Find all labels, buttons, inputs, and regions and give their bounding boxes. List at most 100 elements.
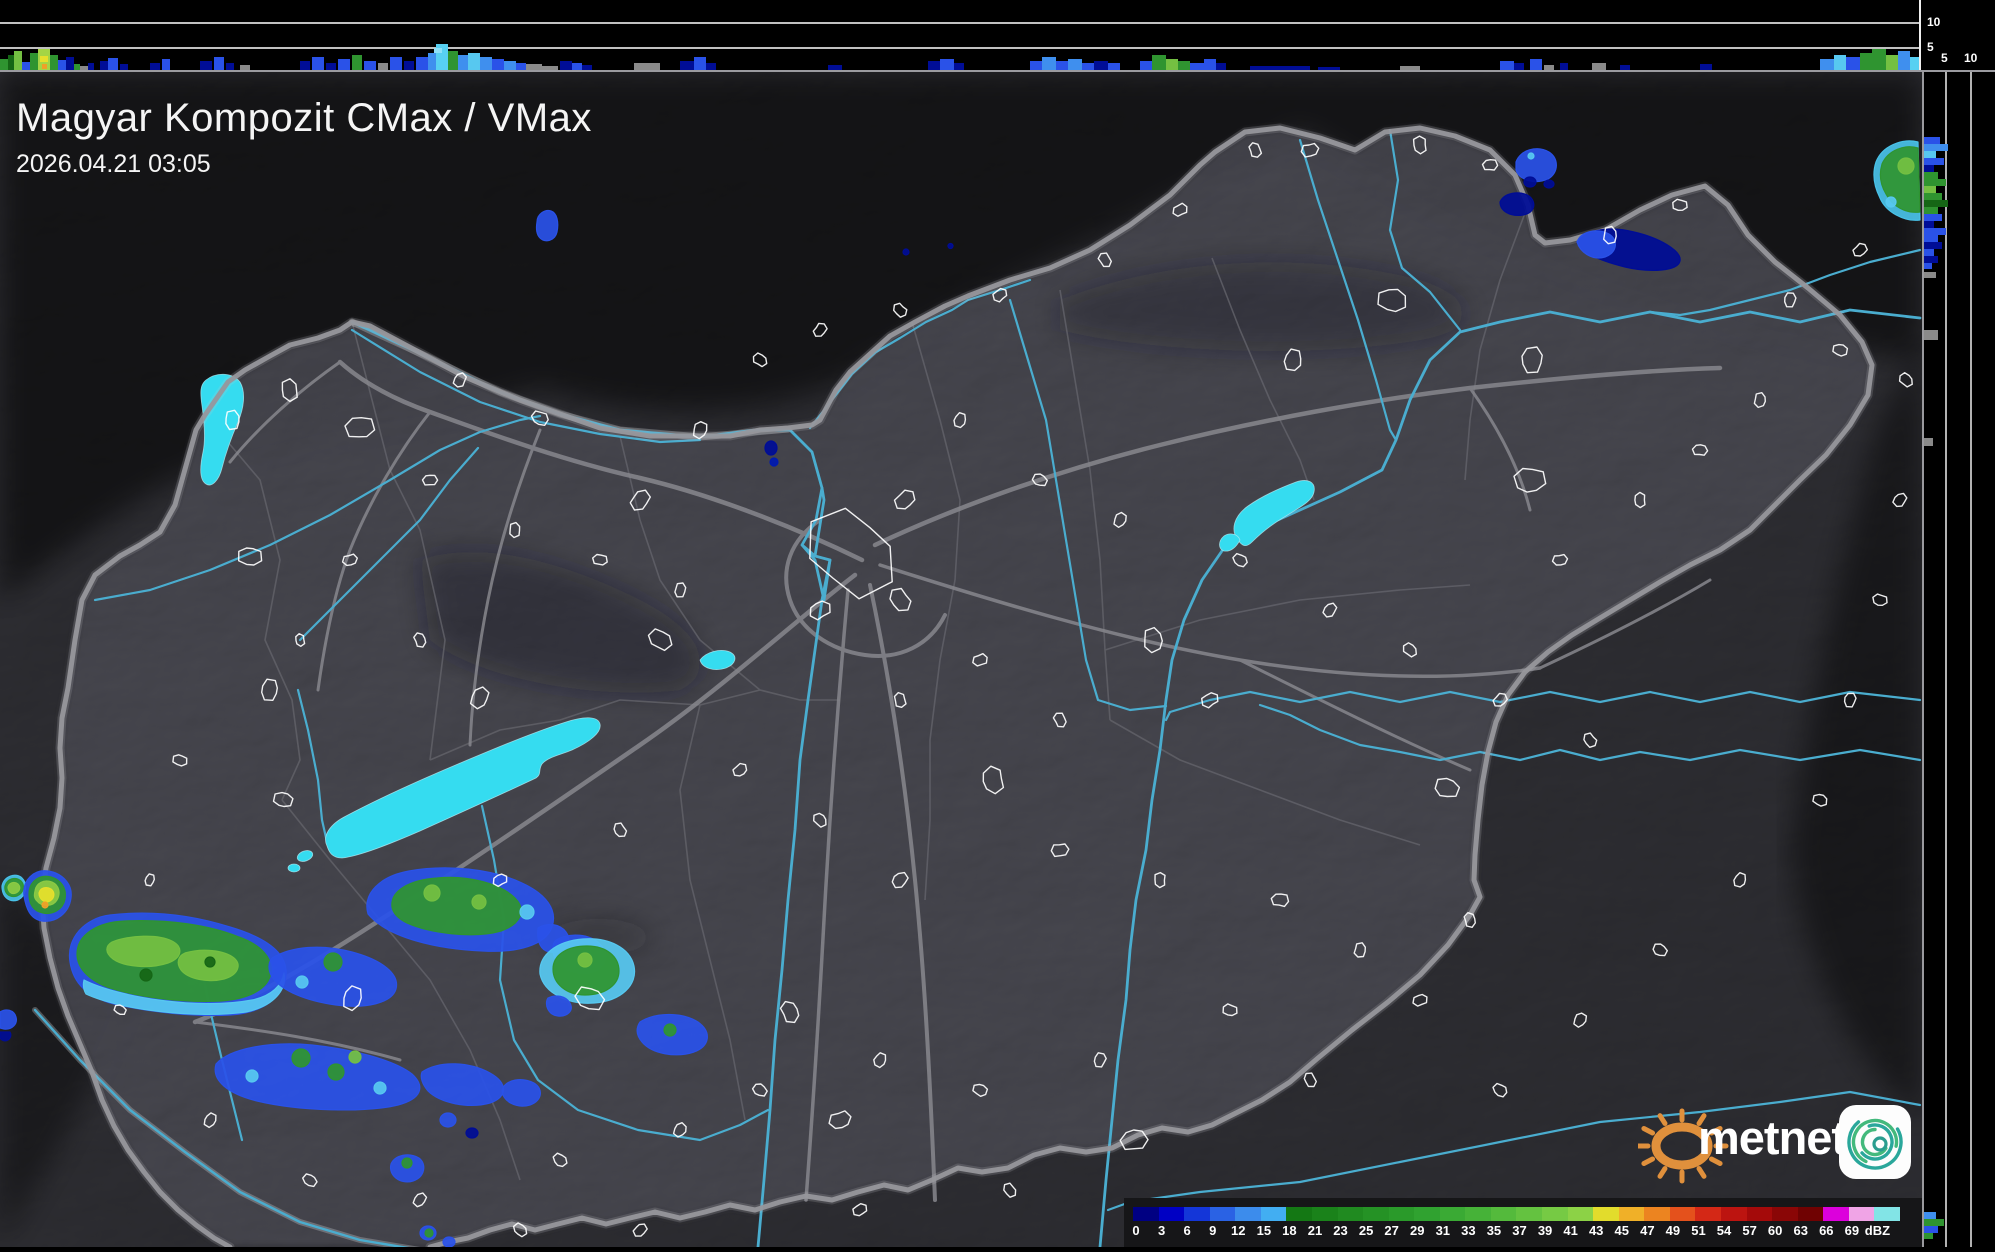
profile-row bbox=[1924, 179, 1946, 186]
profile-row bbox=[1924, 1219, 1944, 1226]
right-axis-label-5: 5 bbox=[1941, 52, 1948, 64]
legend-labels-row: 0369121518212325272931333537394143454749… bbox=[1133, 1223, 1900, 1241]
legend-label: 47 bbox=[1640, 1223, 1654, 1238]
radar-echo-cell bbox=[1528, 153, 1534, 159]
profile-row bbox=[1924, 186, 1936, 193]
radar-echo-cell bbox=[443, 1237, 455, 1247]
legend-color-step bbox=[1184, 1207, 1210, 1221]
legend-label: 29 bbox=[1410, 1223, 1424, 1238]
legend-color-step bbox=[1823, 1207, 1849, 1221]
profile-ground-line bbox=[0, 70, 1995, 72]
app-spiral-icon bbox=[1838, 1104, 1912, 1180]
legend-color-step bbox=[1414, 1207, 1440, 1221]
profile-column bbox=[390, 57, 402, 71]
profile-row bbox=[1924, 438, 1933, 446]
profile-column bbox=[1898, 51, 1910, 71]
radar-echo-cell bbox=[402, 1158, 412, 1168]
legend-label: 63 bbox=[1793, 1223, 1807, 1238]
profile-row bbox=[1924, 193, 1942, 200]
profile-column bbox=[8, 55, 14, 71]
sun-ray bbox=[1644, 1129, 1653, 1134]
legend-color-step bbox=[1516, 1207, 1542, 1221]
radar-echo-cell bbox=[1516, 149, 1556, 182]
radar-echo-cell bbox=[1544, 180, 1554, 188]
legend-label: 18 bbox=[1282, 1223, 1296, 1238]
profile-column bbox=[428, 53, 436, 71]
radar-echo-cell bbox=[1500, 193, 1534, 216]
radar-echo-cell bbox=[1898, 158, 1914, 174]
metnet-logo: metnet bbox=[1638, 1096, 1928, 1188]
radar-echo-cell bbox=[374, 1082, 386, 1094]
profile-column bbox=[1860, 53, 1872, 71]
radar-echo-cell bbox=[296, 976, 308, 988]
profile-column bbox=[50, 55, 58, 71]
legend-color-step bbox=[1286, 1207, 1312, 1221]
legend-label: 54 bbox=[1717, 1223, 1731, 1238]
legend-label: 69 bbox=[1845, 1223, 1859, 1238]
profile-row bbox=[1924, 263, 1932, 269]
radar-echo-cell bbox=[0, 1032, 11, 1041]
legend-color-step bbox=[1721, 1207, 1747, 1221]
profile-column bbox=[1846, 57, 1860, 71]
profile-column bbox=[1042, 57, 1056, 71]
radar-echo-cell bbox=[246, 1070, 258, 1082]
top-axis-label-5: 5 bbox=[1927, 41, 1934, 53]
legend-label: 6 bbox=[1184, 1223, 1191, 1238]
legend-color-step bbox=[1644, 1207, 1670, 1221]
profile-column bbox=[480, 57, 492, 71]
profile-row bbox=[1924, 1212, 1936, 1219]
profile-row bbox=[1924, 221, 1934, 228]
wordmark-text: metnet bbox=[1698, 1110, 1846, 1165]
legend-label: 43 bbox=[1589, 1223, 1603, 1238]
profile-column bbox=[1886, 55, 1898, 71]
profile-column bbox=[30, 53, 38, 71]
page-title: Magyar Kompozit CMax / VMax bbox=[16, 96, 592, 141]
radar-echo-cell bbox=[520, 905, 534, 919]
legend-color-step bbox=[1210, 1207, 1236, 1221]
legend-color-step bbox=[1670, 1207, 1696, 1221]
profile-row bbox=[1924, 165, 1934, 172]
profile-row bbox=[1924, 235, 1938, 242]
profile-column bbox=[14, 51, 22, 71]
legend-label: dBZ bbox=[1865, 1223, 1890, 1238]
map-svg bbox=[0, 72, 1922, 1247]
legend-label: 33 bbox=[1461, 1223, 1475, 1238]
profile-row bbox=[1924, 172, 1938, 179]
legend-color-step bbox=[1159, 1207, 1185, 1221]
profile-row bbox=[1924, 214, 1942, 221]
legend-label: 12 bbox=[1231, 1223, 1245, 1238]
legend-color-bar bbox=[1133, 1207, 1900, 1221]
legend-label: 57 bbox=[1742, 1223, 1756, 1238]
timestamp: 2026.04.21 03:05 bbox=[16, 150, 592, 179]
profile-column bbox=[1872, 49, 1886, 71]
legend-color-step bbox=[1465, 1207, 1491, 1221]
radar-echo-cell bbox=[39, 888, 54, 902]
radar-echo-cell bbox=[8, 883, 20, 894]
top-profile-strip bbox=[0, 0, 1921, 72]
legend-color-step bbox=[1593, 1207, 1619, 1221]
radar-echo-cell bbox=[664, 1024, 676, 1036]
legend-label: 49 bbox=[1666, 1223, 1680, 1238]
legend-label: 45 bbox=[1615, 1223, 1629, 1238]
profile-pixel bbox=[434, 48, 442, 53]
profile-column bbox=[458, 55, 468, 71]
legend-color-step bbox=[1491, 1207, 1517, 1221]
legend-color-step bbox=[1389, 1207, 1415, 1221]
top-axis-label-10: 10 bbox=[1927, 16, 1940, 28]
profile-column bbox=[1152, 55, 1166, 71]
legend-label: 60 bbox=[1768, 1223, 1782, 1238]
right-profile-strip bbox=[1922, 72, 1995, 1247]
legend-color-step bbox=[1619, 1207, 1645, 1221]
profile-column bbox=[312, 57, 324, 71]
right-profile-svg bbox=[1924, 72, 1995, 1247]
legend-label: 39 bbox=[1538, 1223, 1552, 1238]
profile-pixel bbox=[42, 64, 47, 69]
profile-row bbox=[1924, 330, 1938, 340]
profile-row bbox=[1924, 1233, 1933, 1239]
profile-column bbox=[352, 55, 362, 71]
legend-label: 66 bbox=[1819, 1223, 1833, 1238]
radar-echo-cell bbox=[536, 211, 557, 241]
legend-label: 41 bbox=[1563, 1223, 1577, 1238]
legend-color-step bbox=[1312, 1207, 1338, 1221]
profile-row bbox=[1924, 207, 1938, 214]
